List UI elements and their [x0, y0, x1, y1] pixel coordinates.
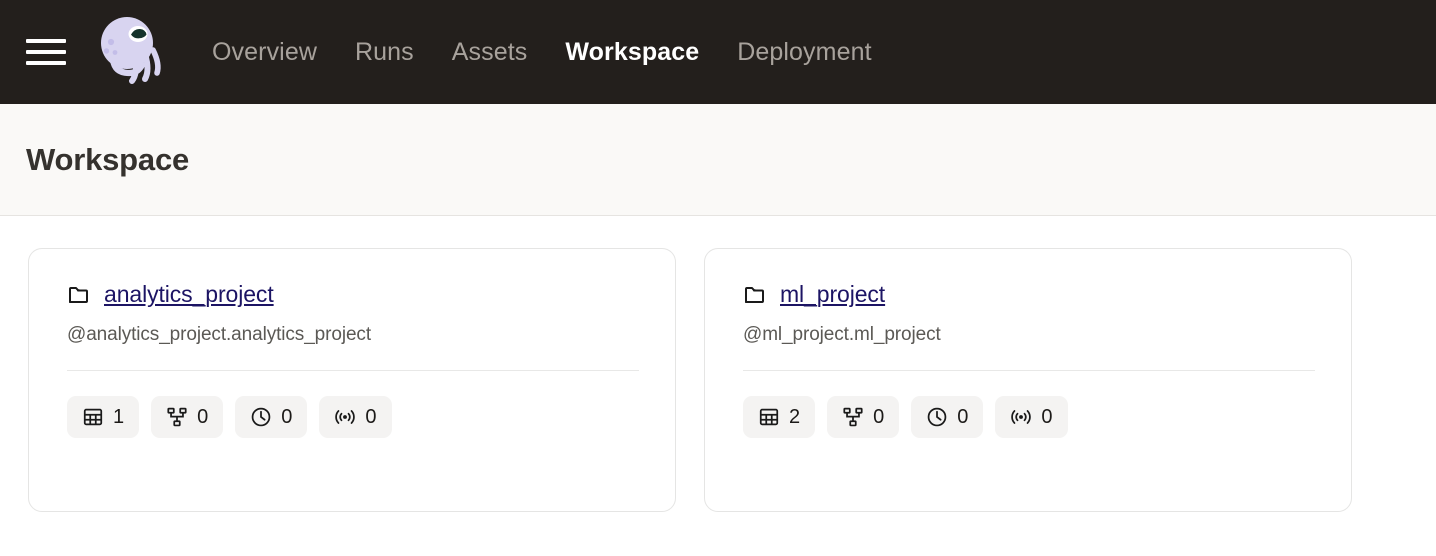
- assets-table-icon: [82, 406, 104, 428]
- nav-item-assets[interactable]: Assets: [450, 34, 530, 71]
- hamburger-menu-icon[interactable]: [24, 30, 68, 74]
- card-title-row: ml_project: [743, 281, 1313, 308]
- card-title-row: analytics_project: [67, 281, 637, 308]
- project-link[interactable]: ml_project: [780, 281, 885, 308]
- folder-icon: [743, 283, 767, 307]
- assets-table-icon: [758, 406, 780, 428]
- stat-count-schedules: 0: [281, 406, 293, 428]
- schedules-clock-icon: [250, 406, 272, 428]
- card-divider: [743, 370, 1315, 371]
- stat-badge-jobs[interactable]: 0: [151, 396, 224, 438]
- project-stats: 2 0 0 0: [743, 396, 1313, 438]
- nav-item-overview[interactable]: Overview: [210, 34, 319, 71]
- stat-count-jobs: 0: [873, 406, 885, 428]
- project-location: @ml_project.ml_project: [743, 324, 941, 345]
- page-title: Workspace: [26, 141, 190, 177]
- primary-navigation: Overview Runs Assets Workspace Deploymen…: [210, 34, 874, 71]
- hamburger-bar: [26, 61, 66, 65]
- top-navigation-bar: Overview Runs Assets Workspace Deploymen…: [0, 0, 1436, 104]
- project-stats: 1 0 0 0: [67, 396, 637, 438]
- jobs-graph-icon: [166, 406, 188, 428]
- card-divider: [67, 370, 639, 371]
- sensors-broadcast-icon: [1010, 406, 1032, 428]
- folder-icon: [67, 283, 91, 307]
- workspace-project-list: analytics_project @analytics_project.ana…: [0, 216, 1436, 512]
- stat-badge-jobs[interactable]: 0: [827, 396, 900, 438]
- stat-count-assets: 2: [789, 406, 801, 428]
- schedules-clock-icon: [926, 406, 948, 428]
- stat-badge-schedules[interactable]: 0: [911, 396, 984, 438]
- sensors-broadcast-icon: [334, 406, 356, 428]
- dagster-octopus-logo[interactable]: [90, 12, 170, 92]
- stat-count-schedules: 0: [957, 406, 969, 428]
- jobs-graph-icon: [842, 406, 864, 428]
- page-header: Workspace: [0, 104, 1436, 216]
- hamburger-bar: [26, 50, 66, 54]
- stat-badge-sensors[interactable]: 0: [319, 396, 392, 438]
- project-card[interactable]: ml_project @ml_project.ml_project 2 0 0 …: [704, 248, 1352, 512]
- stat-count-sensors: 0: [365, 406, 377, 428]
- stat-count-sensors: 0: [1041, 406, 1053, 428]
- stat-count-jobs: 0: [197, 406, 209, 428]
- stat-badge-assets[interactable]: 2: [743, 396, 816, 438]
- nav-item-runs[interactable]: Runs: [353, 34, 416, 71]
- stat-badge-schedules[interactable]: 0: [235, 396, 308, 438]
- hamburger-bar: [26, 39, 66, 43]
- stat-badge-sensors[interactable]: 0: [995, 396, 1068, 438]
- project-link[interactable]: analytics_project: [104, 281, 274, 308]
- project-location: @analytics_project.analytics_project: [67, 324, 371, 345]
- nav-item-workspace[interactable]: Workspace: [563, 34, 701, 71]
- stat-badge-assets[interactable]: 1: [67, 396, 140, 438]
- stat-count-assets: 1: [113, 406, 125, 428]
- project-card[interactable]: analytics_project @analytics_project.ana…: [28, 248, 676, 512]
- nav-item-deployment[interactable]: Deployment: [735, 34, 873, 71]
